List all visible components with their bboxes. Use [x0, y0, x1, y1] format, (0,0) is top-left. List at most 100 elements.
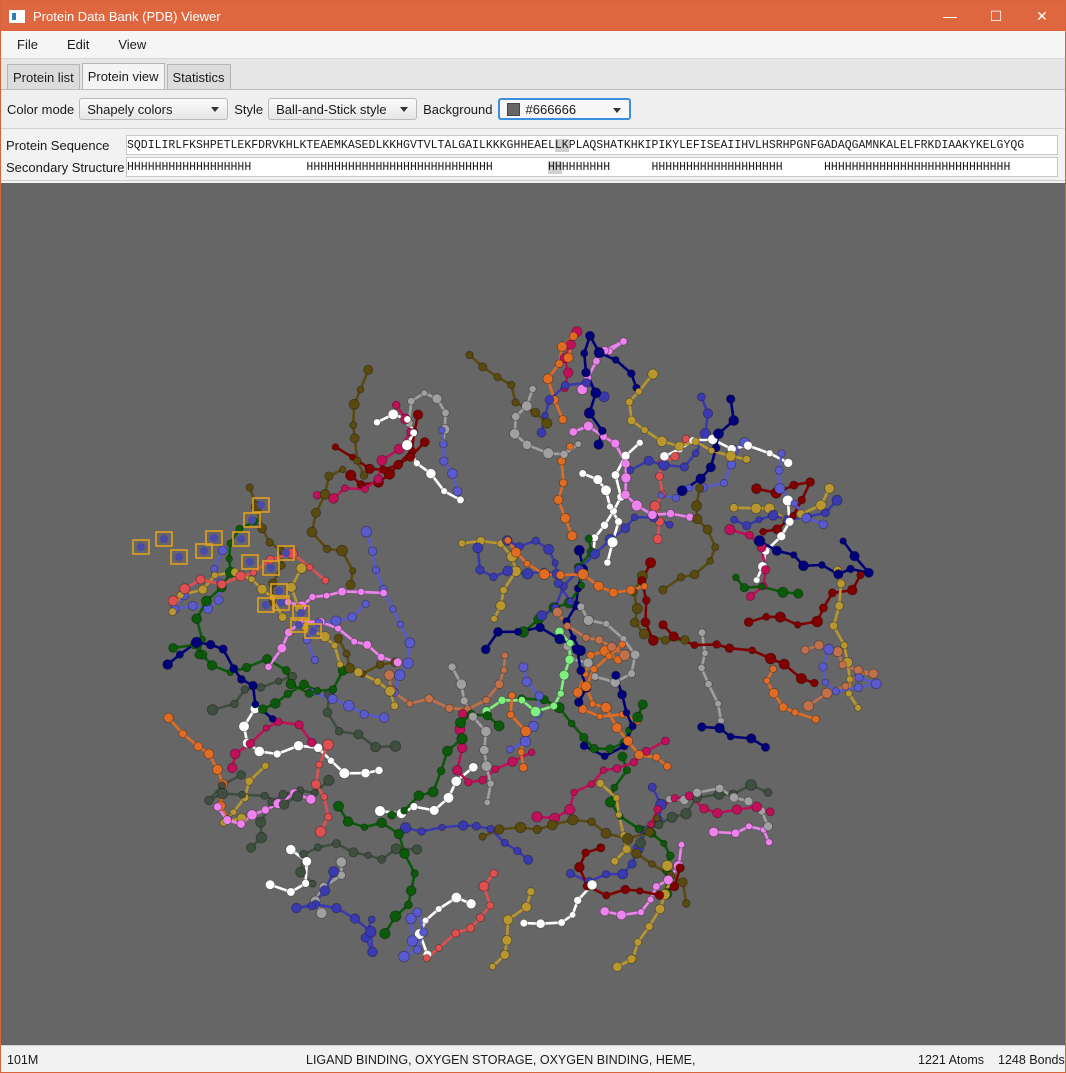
- atom[interactable]: [776, 531, 787, 542]
- atom[interactable]: [553, 494, 564, 505]
- atom[interactable]: [760, 742, 771, 752]
- atom[interactable]: [611, 670, 621, 680]
- atom[interactable]: [379, 588, 388, 598]
- atom[interactable]: [647, 782, 657, 792]
- atom[interactable]: [714, 783, 725, 794]
- atom[interactable]: [308, 592, 317, 601]
- atom[interactable]: [294, 720, 304, 730]
- atom[interactable]: [441, 408, 450, 417]
- atom[interactable]: [666, 509, 676, 519]
- atom[interactable]: [798, 560, 809, 572]
- atom[interactable]: [475, 565, 485, 575]
- atom[interactable]: [845, 689, 853, 698]
- atom[interactable]: [374, 805, 386, 817]
- atom[interactable]: [586, 879, 598, 891]
- atom[interactable]: [626, 954, 637, 964]
- atom[interactable]: [751, 483, 762, 495]
- atom[interactable]: [542, 373, 554, 385]
- atom[interactable]: [278, 789, 289, 800]
- atom[interactable]: [600, 827, 612, 839]
- atom[interactable]: [719, 478, 728, 488]
- atom[interactable]: [581, 633, 591, 642]
- atom[interactable]: [175, 650, 184, 659]
- atom[interactable]: [322, 591, 331, 600]
- atom[interactable]: [514, 821, 527, 834]
- atom[interactable]: [391, 400, 401, 410]
- atom[interactable]: [572, 687, 584, 698]
- atom[interactable]: [313, 843, 322, 852]
- atom[interactable]: [731, 804, 743, 815]
- atom[interactable]: [634, 749, 645, 760]
- atom[interactable]: [275, 677, 283, 685]
- atom[interactable]: [479, 744, 490, 756]
- atom[interactable]: [778, 658, 790, 670]
- atom[interactable]: [793, 620, 802, 629]
- atom[interactable]: [658, 620, 668, 630]
- atom[interactable]: [230, 699, 239, 709]
- atom[interactable]: [647, 820, 655, 829]
- atom[interactable]: [791, 708, 799, 717]
- atom[interactable]: [831, 494, 843, 506]
- atom[interactable]: [692, 513, 703, 525]
- atom[interactable]: [678, 877, 688, 888]
- atom[interactable]: [217, 579, 227, 590]
- atom[interactable]: [753, 576, 761, 584]
- atom[interactable]: [225, 554, 233, 563]
- atom[interactable]: [655, 471, 664, 481]
- atom[interactable]: [611, 355, 620, 364]
- atom[interactable]: [627, 669, 636, 679]
- atom[interactable]: [293, 740, 304, 752]
- atom[interactable]: [438, 426, 446, 434]
- atom[interactable]: [705, 462, 716, 473]
- atom[interactable]: [691, 500, 703, 512]
- atom[interactable]: [630, 513, 639, 522]
- atom[interactable]: [301, 879, 310, 888]
- atom[interactable]: [206, 704, 219, 716]
- atom[interactable]: [501, 934, 513, 946]
- atom[interactable]: [605, 744, 615, 754]
- atom[interactable]: [668, 631, 679, 642]
- atom[interactable]: [563, 352, 574, 363]
- atom[interactable]: [450, 891, 462, 904]
- molecule-3d-view[interactable]: [1, 183, 1065, 1045]
- atom[interactable]: [310, 655, 320, 665]
- atom[interactable]: [750, 502, 762, 514]
- atom[interactable]: [321, 576, 330, 585]
- atom[interactable]: [255, 831, 268, 844]
- atom[interactable]: [593, 580, 604, 592]
- selected-atom[interactable]: [248, 516, 256, 524]
- atom[interactable]: [571, 644, 583, 655]
- atom[interactable]: [553, 578, 563, 588]
- atom[interactable]: [610, 783, 619, 792]
- atom[interactable]: [600, 520, 609, 530]
- atom[interactable]: [726, 394, 736, 404]
- atom[interactable]: [468, 762, 479, 773]
- atom[interactable]: [691, 437, 700, 446]
- atom[interactable]: [337, 586, 347, 597]
- atom[interactable]: [724, 643, 735, 654]
- atom[interactable]: [464, 778, 473, 787]
- style-select[interactable]: Ball-and-Stick style: [268, 98, 418, 120]
- atom[interactable]: [502, 914, 514, 926]
- atom[interactable]: [506, 710, 515, 719]
- atom[interactable]: [390, 701, 399, 711]
- atom[interactable]: [260, 805, 270, 815]
- atom[interactable]: [246, 809, 258, 821]
- atom[interactable]: [637, 699, 648, 710]
- atom[interactable]: [748, 646, 757, 655]
- atom[interactable]: [322, 544, 332, 554]
- atom[interactable]: [455, 678, 467, 690]
- selected-atom[interactable]: [295, 621, 303, 629]
- atom[interactable]: [494, 824, 505, 835]
- atom[interactable]: [348, 847, 359, 858]
- atom[interactable]: [331, 443, 340, 451]
- atom[interactable]: [431, 393, 443, 405]
- atom[interactable]: [726, 732, 735, 741]
- atom[interactable]: [367, 946, 378, 958]
- atom[interactable]: [367, 546, 378, 556]
- atom[interactable]: [654, 903, 666, 915]
- atom[interactable]: [373, 677, 382, 686]
- atom[interactable]: [396, 620, 405, 628]
- atom[interactable]: [213, 595, 224, 605]
- atom[interactable]: [315, 907, 328, 919]
